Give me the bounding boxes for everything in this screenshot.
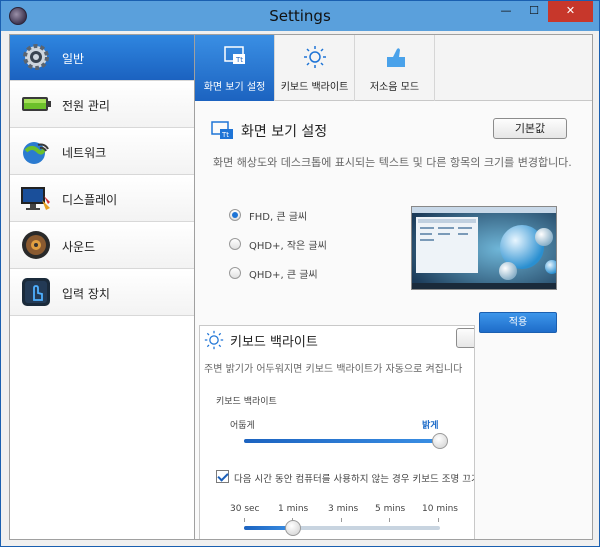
- content-pane: Tt 화면 보기 설정 키보드 백라이트 저소음 모드 Tt 화면 보기 설정 …: [195, 34, 593, 540]
- tick-mark: [438, 518, 439, 522]
- sidebar-item-label: 네트워크: [62, 146, 107, 160]
- wifi-globe-icon: [23, 142, 49, 164]
- sidebar: 일반 전원 관리 네트워크 디스플레이 사운드 입력 장치: [9, 34, 195, 540]
- brightness-slider-thumb[interactable]: [432, 433, 448, 449]
- tick-mark: [244, 518, 245, 522]
- svg-text:Tt: Tt: [221, 131, 229, 139]
- tab-quiet-mode[interactable]: 저소음 모드: [355, 35, 435, 101]
- tab-display-settings[interactable]: Tt 화면 보기 설정: [195, 35, 275, 101]
- timeout-tick-label: 3 mins: [328, 504, 359, 514]
- section-title: 키보드 백라이트: [230, 335, 318, 350]
- option-fhd-large[interactable]: [229, 209, 241, 221]
- sidebar-item-label: 일반: [62, 52, 85, 66]
- tick-mark: [341, 518, 342, 522]
- sidebar-item-label: 전원 관리: [62, 99, 110, 113]
- timeout-slider-track[interactable]: [244, 526, 440, 530]
- apply-button[interactable]: 적용: [479, 312, 557, 333]
- panel-button[interactable]: [456, 328, 474, 348]
- timeout-tick-label: 5 mins: [375, 504, 406, 514]
- bright-label: 밝게: [422, 421, 439, 431]
- title-bar: Settings — ☐ ✕: [1, 1, 599, 31]
- option-label: FHD, 큰 글씨: [249, 212, 308, 223]
- keyboard-backlight-panel: 키보드 백라이트 주변 밝기가 어두워지면 키보드 백라이트가 자동으로 켜집니…: [199, 325, 475, 539]
- timeout-checkbox[interactable]: [216, 470, 229, 483]
- section-description: 주변 밝기가 어두워지면 키보드 백라이트가 자동으로 켜집니다: [204, 364, 463, 375]
- sidebar-item-network[interactable]: 네트워크: [10, 129, 194, 175]
- tab-bar: Tt 화면 보기 설정 키보드 백라이트 저소음 모드: [195, 35, 592, 101]
- gear-icon: [23, 44, 49, 70]
- brightness-label: 키보드 백라이트: [216, 397, 277, 407]
- touch-input-icon: [22, 278, 50, 306]
- section-description: 화면 해상도와 데스크톱에 표시되는 텍스트 및 다른 항목의 크기를 변경합니…: [213, 156, 572, 169]
- sidebar-item-label: 입력 장치: [62, 287, 110, 301]
- close-button[interactable]: ✕: [548, 1, 593, 22]
- timeout-tick-label: 10 mins: [422, 504, 458, 514]
- timeout-slider-thumb[interactable]: [285, 520, 301, 536]
- display-text-icon: Tt: [224, 46, 245, 64]
- option-label: QHD+, 작은 글씨: [249, 241, 327, 252]
- monitor-icon: [21, 187, 50, 210]
- sidebar-item-label: 사운드: [62, 240, 96, 254]
- display-settings-icon: Tt: [211, 121, 233, 139]
- minimize-button[interactable]: —: [492, 1, 520, 22]
- tick-mark: [389, 518, 390, 522]
- sidebar-item-sound[interactable]: 사운드: [10, 223, 194, 269]
- tab-label: 화면 보기 설정: [203, 82, 266, 93]
- brightness-slider-track[interactable]: [244, 439, 440, 443]
- sidebar-item-input[interactable]: 입력 장치: [10, 270, 194, 316]
- keyboard-light-icon: [304, 46, 326, 68]
- tab-label: 저소음 모드: [369, 82, 420, 93]
- svg-text:Tt: Tt: [235, 56, 243, 64]
- brightness-slider-fill: [244, 439, 440, 443]
- timeout-tick-label: 30 sec: [230, 504, 260, 514]
- tab-label: 키보드 백라이트: [280, 82, 349, 93]
- timeout-tick-label: 1 mins: [278, 504, 309, 514]
- maximize-button[interactable]: ☐: [520, 1, 548, 22]
- option-label: QHD+, 큰 글씨: [249, 270, 318, 281]
- keyboard-light-icon: [204, 330, 224, 350]
- option-qhd-small[interactable]: [229, 238, 241, 250]
- quiet-mode-icon: [387, 48, 405, 67]
- settings-window: Settings — ☐ ✕ 일반 전원 관리 네트워크 디스플레이 사운드 입…: [0, 0, 600, 547]
- tab-keyboard-backlight[interactable]: 키보드 백라이트: [275, 35, 355, 101]
- sidebar-item-display[interactable]: 디스플레이: [10, 176, 194, 222]
- dark-label: 어둡게: [230, 421, 255, 431]
- battery-icon: [22, 97, 51, 111]
- display-preview: [411, 206, 557, 290]
- default-button[interactable]: 기본값: [493, 118, 567, 139]
- sidebar-item-label: 디스플레이: [62, 193, 118, 207]
- option-qhd-large[interactable]: [229, 267, 241, 279]
- sidebar-item-power[interactable]: 전원 관리: [10, 82, 194, 128]
- sidebar-item-general[interactable]: 일반: [10, 35, 194, 81]
- speaker-icon: [22, 231, 50, 259]
- timeout-checkbox-label: 다음 시간 동안 컴퓨터를 사용하지 않는 경우 키보드 조명 끄기: [234, 474, 475, 485]
- section-title: 화면 보기 설정: [241, 124, 328, 140]
